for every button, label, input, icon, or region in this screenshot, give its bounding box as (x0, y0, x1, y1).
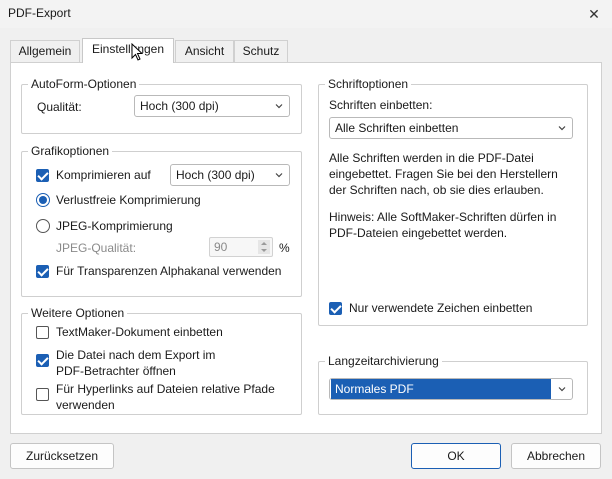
jpeg-quality-label: JPEG-Qualität: (56, 241, 137, 255)
chevron-down-icon (558, 387, 566, 392)
embed-fonts-label: Schriften einbetten: (329, 98, 433, 112)
jpeg-radio[interactable] (36, 219, 50, 233)
chevron-down-icon (558, 126, 566, 131)
mouse-cursor-icon (131, 43, 143, 61)
jpeg-quality-spinner[interactable]: 90 (209, 237, 273, 257)
quality-select-value: Hoch (300 dpi) (140, 99, 219, 113)
embed-fonts-value: Alle Schriften einbetten (335, 121, 459, 135)
tab-einstellungen[interactable]: Einstellungen (82, 38, 174, 63)
jpeg-label: JPEG-Komprimierung (56, 219, 173, 233)
relative-paths-label-line2: verwenden (56, 398, 115, 412)
graphics-legend: Grafikoptionen (28, 144, 113, 158)
title-bar (0, 0, 612, 28)
relative-paths-checkbox[interactable] (36, 388, 49, 401)
embed-document-label: TextMaker-Dokument einbetten (56, 325, 223, 339)
lossless-label: Verlustfreie Komprimierung (56, 193, 201, 207)
tab-ansicht[interactable]: Ansicht (175, 40, 234, 62)
spin-arrows-icon (258, 240, 270, 254)
graphics-group: Grafikoptionen Komprimieren auf Hoch (30… (21, 144, 302, 297)
jpeg-quality-value: 90 (214, 240, 228, 254)
tab-schutz[interactable]: Schutz (234, 40, 288, 62)
ok-button[interactable]: OK (411, 443, 501, 469)
font-options-group: Schriftoptionen Schriften einbetten: All… (318, 77, 588, 326)
archiving-legend: Langzeitarchivierung (325, 354, 442, 368)
alpha-label: Für Transparenzen Alphakanal verwenden (56, 264, 282, 278)
used-chars-label: Nur verwendete Zeichen einbetten (349, 301, 533, 315)
chevron-down-icon (275, 104, 283, 109)
autoform-group: AutoForm-Optionen Qualität: Hoch (300 dp… (21, 77, 302, 134)
open-viewer-label-line2: PDF-Betrachter öffnen (56, 364, 176, 378)
cancel-button[interactable]: Abbrechen (511, 443, 601, 469)
compress-select-value: Hoch (300 dpi) (176, 168, 255, 182)
compress-checkbox[interactable] (36, 169, 49, 182)
quality-select[interactable]: Hoch (300 dpi) (134, 95, 290, 117)
archiving-select[interactable]: Normales PDF (329, 378, 573, 400)
chevron-down-icon (275, 173, 283, 178)
window-title: PDF-Export (8, 6, 71, 20)
lossless-radio[interactable] (36, 193, 50, 207)
fonts-description: Alle Schriften werden in die PDF-Datei e… (329, 151, 558, 197)
autoform-legend: AutoForm-Optionen (28, 77, 140, 91)
further-options-group: Weitere Optionen TextMaker-Dokument einb… (21, 306, 302, 415)
fonts-hint: Hinweis: Alle SoftMaker-Schriften dürfen… (329, 210, 557, 240)
further-legend: Weitere Optionen (28, 306, 128, 320)
settings-panel: AutoForm-Optionen Qualität: Hoch (300 dp… (10, 62, 602, 434)
used-chars-checkbox[interactable] (329, 302, 342, 315)
reset-button[interactable]: Zurücksetzen (10, 443, 114, 469)
tab-allgemein[interactable]: Allgemein (10, 40, 80, 62)
archiving-group: Langzeitarchivierung Normales PDF (318, 354, 588, 415)
compress-label: Komprimieren auf (56, 168, 151, 182)
open-viewer-checkbox[interactable] (36, 354, 49, 367)
close-icon[interactable]: ✕ (584, 4, 604, 24)
compress-select[interactable]: Hoch (300 dpi) (170, 164, 290, 186)
fonts-legend: Schriftoptionen (325, 77, 412, 91)
relative-paths-label-line1: Für Hyperlinks auf Dateien relative Pfad… (56, 382, 275, 396)
quality-label: Qualität: (37, 100, 82, 114)
open-viewer-label-line1: Die Datei nach dem Export im (56, 348, 216, 362)
archiving-value: Normales PDF (331, 379, 551, 399)
alpha-checkbox[interactable] (36, 265, 49, 278)
embed-fonts-select[interactable]: Alle Schriften einbetten (329, 117, 573, 139)
embed-document-checkbox[interactable] (36, 326, 49, 339)
jpeg-quality-unit: % (279, 241, 290, 255)
